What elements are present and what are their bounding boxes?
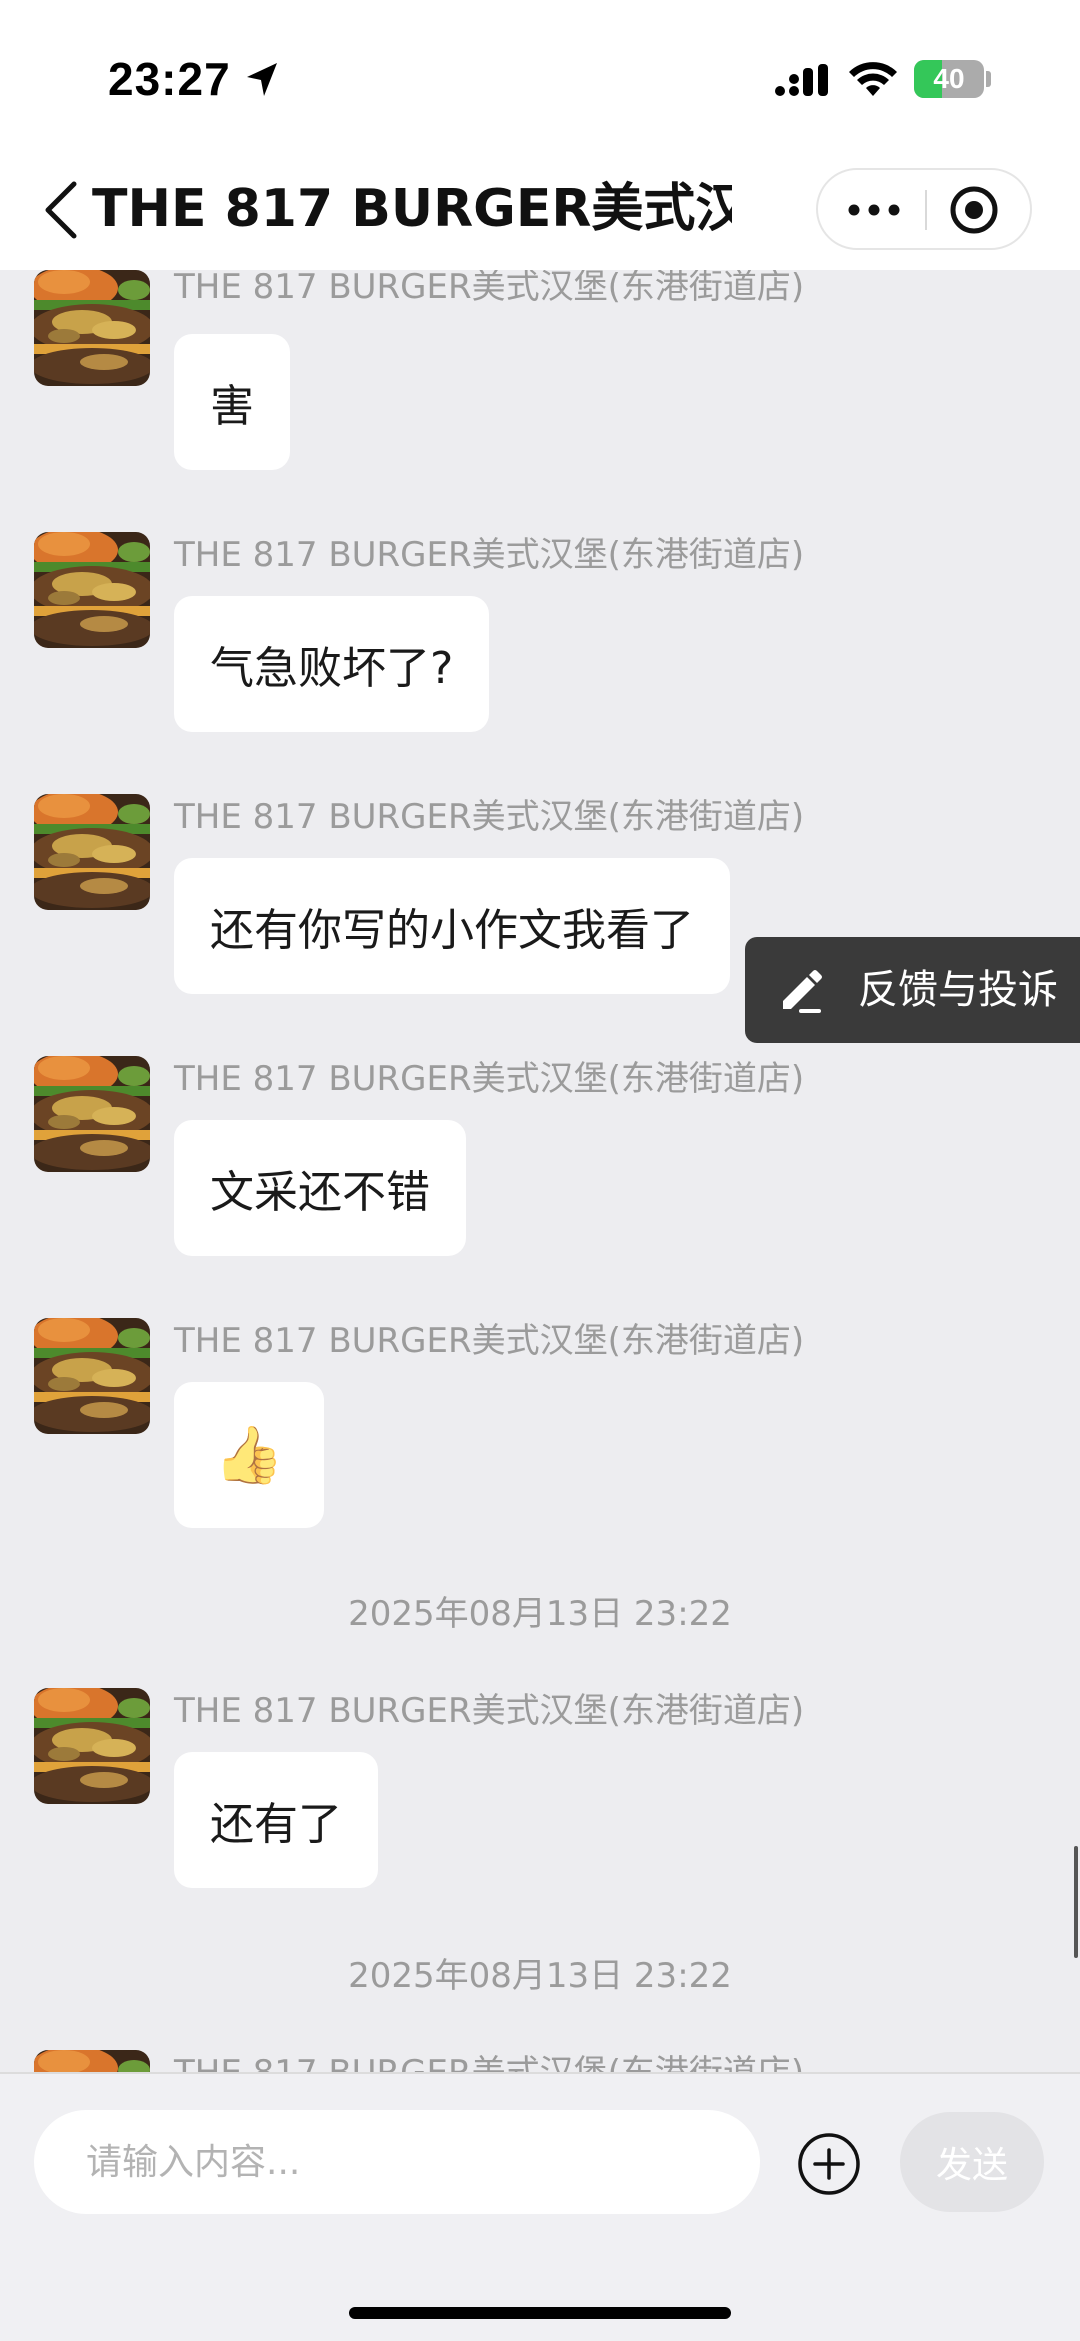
home-indicator[interactable] xyxy=(349,2307,731,2319)
message-bubble[interactable]: 文采还不错 xyxy=(174,1120,466,1256)
burger-avatar-image xyxy=(34,1056,150,1172)
status-bar: 23:27 40 xyxy=(0,0,1080,150)
avatar[interactable] xyxy=(34,2050,150,2072)
nav-bar: THE 817 BURGER美式汉... xyxy=(0,150,1080,270)
sender-name: THE 817 BURGER美式汉堡(东港街道店) xyxy=(174,1059,805,1099)
sender-name: THE 817 BURGER美式汉堡(东港街道店) xyxy=(174,270,805,307)
more-dots-icon[interactable] xyxy=(846,190,902,230)
sender-name: THE 817 BURGER美式汉堡(东港街道店) xyxy=(174,535,805,575)
avatar[interactable] xyxy=(34,794,150,910)
sender-name: THE 817 BURGER美式汉堡(东港街道店) xyxy=(174,1321,805,1361)
message-bubble[interactable]: 👍 xyxy=(174,1382,324,1528)
add-attachment-icon[interactable] xyxy=(797,2132,861,2196)
battery-cap xyxy=(986,71,991,87)
burger-avatar-image xyxy=(34,270,150,386)
sender-name: THE 817 BURGER美式汉堡(东港街道店) xyxy=(174,797,805,837)
feedback-complaint-button[interactable]: 反馈与投诉 xyxy=(745,937,1080,1043)
message-bubble[interactable]: 还有你写的小作文我看了 xyxy=(174,858,730,994)
avatar[interactable] xyxy=(34,1688,150,1804)
thumbs-up-emoji: 👍 xyxy=(214,1423,284,1488)
feedback-label: 反馈与投诉 xyxy=(858,967,1058,1013)
message-timestamp: 2025年08月13日 23:22 xyxy=(348,1594,732,1634)
back-chevron-icon[interactable] xyxy=(40,178,84,242)
edit-pencil-icon xyxy=(783,970,822,1013)
message-input[interactable] xyxy=(34,2110,760,2214)
burger-avatar-image xyxy=(34,1318,150,1434)
message-bubble[interactable]: 害 xyxy=(174,334,290,470)
cellular-signal-icon xyxy=(775,64,828,96)
close-target-icon[interactable] xyxy=(948,184,1000,236)
avatar[interactable] xyxy=(34,532,150,648)
capsule-divider xyxy=(925,190,927,230)
message-timestamp: 2025年08月13日 23:22 xyxy=(348,1956,732,1996)
burger-avatar-image xyxy=(34,794,150,910)
wifi-icon xyxy=(849,62,897,96)
burger-avatar-image xyxy=(34,532,150,648)
message-input-bar: 发送 xyxy=(0,2072,1080,2341)
burger-avatar-image xyxy=(34,1688,150,1804)
battery-percent: 40 xyxy=(933,63,965,94)
avatar[interactable] xyxy=(34,270,150,386)
miniprogram-capsule xyxy=(816,168,1032,250)
sender-name: THE 817 BURGER美式汉堡(东港街道店) xyxy=(174,2052,804,2072)
message-bubble[interactable]: 还有了 xyxy=(174,1752,378,1888)
page-title: THE 817 BURGER美式汉... xyxy=(92,179,732,239)
status-time: 23:27 xyxy=(108,53,231,105)
sender-name: THE 817 BURGER美式汉堡(东港街道店) xyxy=(174,1691,805,1731)
scrollbar[interactable] xyxy=(1074,1846,1078,1958)
avatar[interactable] xyxy=(34,1056,150,1172)
avatar[interactable] xyxy=(34,1318,150,1434)
chat-message-list[interactable]: THE 817 BURGER美式汉堡(东港街道店) 害 THE 817 BURG… xyxy=(0,270,1080,2072)
burger-avatar-image xyxy=(34,2050,150,2072)
location-arrow-icon xyxy=(247,63,277,96)
battery-icon: 40 xyxy=(914,60,984,98)
message-bubble[interactable]: 气急败坏了? xyxy=(174,596,490,732)
send-button[interactable]: 发送 xyxy=(900,2112,1044,2212)
